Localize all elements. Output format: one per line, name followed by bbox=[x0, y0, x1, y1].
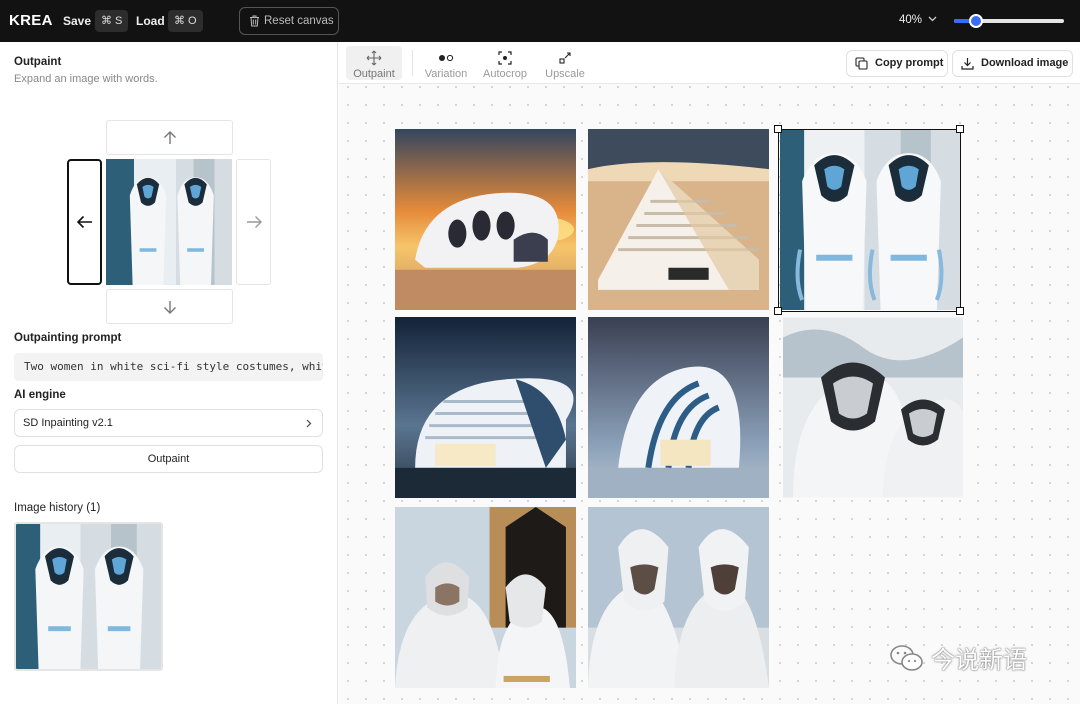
download-image-button[interactable]: Download image bbox=[952, 50, 1073, 77]
copy-icon bbox=[855, 57, 868, 70]
history-thumbnail[interactable] bbox=[14, 522, 163, 671]
canvas-toolbar: Outpaint Variation Autocrop Upscale Copy… bbox=[339, 42, 1080, 84]
ai-engine-value: SD Inpainting v2.1 bbox=[23, 417, 113, 429]
arrow-left-icon bbox=[76, 215, 92, 229]
ai-engine-select[interactable]: SD Inpainting v2.1 bbox=[14, 409, 323, 437]
dots-icon bbox=[439, 54, 454, 62]
arrow-right-icon bbox=[246, 216, 262, 228]
top-bar: KREA Save ⌘ S Load ⌘ O Reset canvas 40% bbox=[0, 0, 1080, 42]
canvas-image-1[interactable] bbox=[395, 129, 576, 310]
resize-handle-bl[interactable] bbox=[774, 307, 782, 315]
expand-up-button[interactable] bbox=[106, 120, 233, 155]
canvas-image-8[interactable] bbox=[588, 507, 769, 688]
tool-upscale-label: Upscale bbox=[545, 68, 585, 80]
crop-focus-icon bbox=[498, 51, 512, 65]
image-history-label: Image history (1) bbox=[14, 502, 101, 514]
tool-autocrop-label: Autocrop bbox=[482, 68, 528, 80]
zoom-slider[interactable] bbox=[954, 14, 1064, 28]
tool-outpaint-label: Outpaint bbox=[353, 68, 395, 80]
outpaint-prompt-input[interactable]: Two women in white sci-fi style costumes… bbox=[14, 353, 323, 381]
expand-icon bbox=[559, 52, 571, 64]
trash-icon bbox=[250, 15, 259, 27]
resize-handle-tr[interactable] bbox=[956, 125, 964, 133]
expand-right-button[interactable] bbox=[236, 159, 271, 285]
canvas-image-5[interactable] bbox=[588, 317, 769, 498]
canvas-image-6[interactable] bbox=[783, 317, 963, 498]
zoom-slider-thumb[interactable] bbox=[969, 14, 983, 28]
canvas-image-4[interactable] bbox=[395, 317, 576, 498]
copy-prompt-label: Copy prompt bbox=[875, 57, 944, 69]
copy-prompt-button[interactable]: Copy prompt bbox=[846, 50, 948, 77]
tool-variation-label: Variation bbox=[424, 68, 468, 80]
resize-handle-br[interactable] bbox=[956, 307, 964, 315]
resize-handle-tl[interactable] bbox=[774, 125, 782, 133]
outpaint-button[interactable]: Outpaint bbox=[14, 445, 323, 473]
arrow-up-icon bbox=[163, 130, 176, 144]
tool-upscale[interactable]: Upscale bbox=[541, 46, 589, 80]
canvas-area[interactable]: Outpaint Variation Autocrop Upscale Copy… bbox=[339, 42, 1080, 704]
outpaint-panel: Outpaint Expand an image with words. Out… bbox=[0, 42, 338, 704]
expand-left-button[interactable] bbox=[67, 159, 102, 285]
watermark: 今说新语 bbox=[889, 640, 1027, 675]
canvas-image-3-selected[interactable] bbox=[780, 129, 961, 310]
outpaint-preview-image bbox=[106, 159, 232, 285]
canvas-image-2[interactable] bbox=[588, 129, 769, 310]
save-button[interactable]: Save bbox=[63, 14, 91, 28]
wechat-icon bbox=[890, 644, 923, 671]
chevron-down-icon[interactable] bbox=[928, 16, 937, 22]
reset-canvas-button[interactable]: Reset canvas bbox=[239, 7, 339, 35]
arrow-down-icon bbox=[163, 300, 176, 314]
panel-subtitle: Expand an image with words. bbox=[14, 73, 158, 85]
chevron-right-icon bbox=[306, 419, 312, 428]
toolbar-divider bbox=[412, 50, 413, 76]
move-arrows-icon bbox=[366, 50, 382, 66]
load-button[interactable]: Load bbox=[136, 14, 165, 28]
canvas-image-7[interactable] bbox=[395, 507, 576, 688]
tool-autocrop[interactable]: Autocrop bbox=[479, 46, 531, 80]
expand-down-button[interactable] bbox=[106, 289, 233, 324]
engine-label: AI engine bbox=[14, 389, 66, 401]
krea-logo[interactable]: KREA bbox=[9, 12, 53, 29]
save-shortcut: ⌘ S bbox=[95, 10, 129, 32]
prompt-label: Outpainting prompt bbox=[14, 332, 122, 344]
tool-outpaint[interactable]: Outpaint bbox=[346, 46, 402, 80]
zoom-dropdown[interactable]: 40% bbox=[899, 14, 922, 26]
load-shortcut: ⌘ O bbox=[168, 10, 203, 32]
download-image-label: Download image bbox=[981, 57, 1069, 69]
reset-canvas-label: Reset canvas bbox=[264, 15, 334, 27]
tool-variation[interactable]: Variation bbox=[421, 46, 471, 80]
download-icon bbox=[961, 58, 974, 70]
panel-title: Outpaint bbox=[14, 56, 62, 68]
watermark-text: 今说新语 bbox=[931, 647, 1027, 674]
